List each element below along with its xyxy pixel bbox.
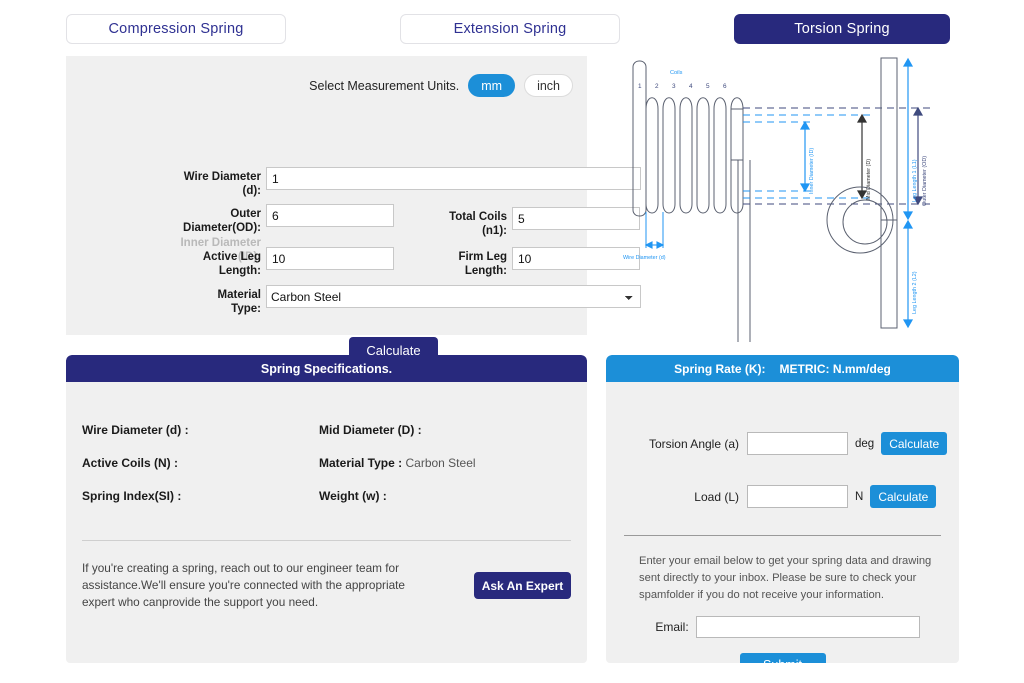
load-input[interactable] (747, 485, 848, 508)
tab-torsion-spring-label: Torsion Spring (794, 21, 890, 37)
tab-compression-spring-label: Compression Spring (108, 21, 244, 37)
spring-type-tabs: Compression Spring Extension Spring Tors… (0, 14, 1024, 46)
active-leg-length-label: Active Leg Length: (202, 251, 261, 278)
torsion-spring-drawing: Inner Diameter (ID) Mid Diameter (D) Out… (623, 57, 930, 342)
spec-active-coils-label: Active Coils (N) : (82, 456, 179, 470)
load-unit: N (855, 490, 864, 503)
ask-expert-section: If you're creating a spring, reach out t… (66, 541, 587, 611)
spec-spring-index-label: Spring Index(SI) : (82, 489, 182, 503)
diagram-leg-length-1-label: Leg Length 1 (L1) (912, 159, 918, 202)
spring-specifications-panel: Spring Specifications. Wire Diameter (d)… (66, 355, 587, 663)
material-type-select[interactable]: Carbon Steel (266, 285, 641, 308)
spec-material-type: Material Type : Carbon Steel (319, 456, 476, 470)
submit-button[interactable]: Submit (739, 653, 826, 663)
load-label: Load (L) (694, 489, 739, 504)
diagram-coil-number-4: 4 (689, 83, 693, 90)
spec-material-type-label: Material Type : (319, 456, 403, 470)
diagram-coil-number-2: 2 (655, 83, 659, 90)
wire-diameter-row: Wire Diameter (d): (170, 167, 641, 199)
outer-diameter-input[interactable] (266, 204, 394, 227)
unit-toggle-inch[interactable]: inch (524, 74, 573, 97)
load-calculate-button[interactable]: Calculate (870, 485, 937, 508)
spring-input-form: Select Measurement Units. mm inch Wire D… (66, 56, 641, 364)
spec-material-type-value: Carbon Steel (405, 456, 476, 470)
measurement-units-label: Select Measurement Units. (309, 78, 460, 93)
ask-expert-text: If you're creating a spring, reach out t… (82, 561, 405, 610)
tab-torsion-spring[interactable]: Torsion Spring (734, 14, 950, 44)
spring-rate-body: Torsion Angle (a) deg Calculate Load (L)… (606, 382, 959, 535)
spring-calculator-page: Compression Spring Extension Spring Tors… (0, 0, 1024, 683)
wire-diameter-input[interactable] (266, 167, 641, 190)
spring-rate-header: Spring Rate (K): METRIC: N.mm/deg (606, 355, 959, 382)
diagram-coils-label: Coils (670, 70, 683, 76)
diagram-outer-diameter-label: Outer Diameter (OD) (922, 156, 928, 206)
tab-compression-spring[interactable]: Compression Spring (66, 14, 286, 44)
torsion-angle-input[interactable] (747, 432, 848, 455)
spring-rate-title: Spring Rate (K): (674, 361, 766, 376)
torsion-spring-diagram: Inner Diameter (ID) Mid Diameter (D) Out… (600, 52, 1010, 342)
wire-diameter-label: Wire Diameter (d): (183, 171, 261, 198)
total-coils-label: Total Coils (n1): (449, 211, 507, 238)
diagram-leg-length-2-label: Leg Length 2 (L2) (912, 271, 918, 314)
measurement-units-row: Select Measurement Units. mm inch (66, 74, 587, 97)
diagram-coil-number-5: 5 (706, 83, 710, 90)
diagram-wire-diameter-label: Wire Diameter (d) (623, 255, 666, 261)
ask-an-expert-button[interactable]: Ask An Expert (474, 572, 571, 599)
spec-weight-label: Weight (w) : (319, 489, 387, 503)
material-type-row: Material Type: Carbon Steel (190, 285, 641, 317)
spring-specifications-title: Spring Specifications. (66, 355, 587, 382)
spec-weight: Weight (w) : (319, 489, 387, 503)
torsion-angle-row: Torsion Angle (a) deg Calculate (635, 432, 948, 455)
email-row: Email: (606, 616, 959, 639)
diagram-coil-number-3: 3 (672, 83, 676, 90)
diagram-coil-number-6: 6 (723, 83, 727, 90)
firm-leg-length-label: Firm Leg Length: (458, 251, 507, 278)
spec-spring-index: Spring Index(SI) : (82, 489, 181, 503)
tab-extension-spring[interactable]: Extension Spring (400, 14, 620, 44)
diagram-mid-diameter-label: Mid Diameter (D) (866, 159, 872, 200)
spec-mid-diameter: Mid Diameter (D) : (319, 423, 422, 437)
diagram-coil-number-1: 1 (638, 83, 642, 90)
spec-wire-diameter-label: Wire Diameter (d) : (82, 423, 189, 437)
spec-wire-diameter: Wire Diameter (d) : (82, 423, 189, 437)
torsion-angle-unit: deg (855, 437, 875, 450)
active-leg-length-row: Active Leg Length: (168, 247, 394, 279)
spec-active-coils: Active Coils (N) : (82, 456, 178, 470)
spring-rate-panel: Spring Rate (K): METRIC: N.mm/deg Torsio… (606, 355, 959, 663)
email-input[interactable] (695, 616, 920, 639)
email-info-text: Enter your email below to get your sprin… (639, 555, 932, 601)
tab-extension-spring-label: Extension Spring (453, 21, 567, 37)
material-type-label: Material Type: (217, 289, 261, 316)
torsion-angle-calculate-button[interactable]: Calculate (881, 432, 948, 455)
torsion-angle-label: Torsion Angle (a) (648, 436, 739, 451)
diagram-inner-diameter-label: Inner Diameter (ID) (809, 148, 815, 194)
active-leg-length-input[interactable] (266, 247, 394, 270)
unit-toggle-mm[interactable]: mm (468, 74, 516, 97)
email-label: Email: (655, 620, 689, 635)
outer-diameter-label-text: Outer Diameter(OD): (183, 208, 261, 235)
spring-rate-units: METRIC: N.mm/deg (779, 361, 891, 376)
spring-specifications-grid: Wire Diameter (d) : Mid Diameter (D) : A… (66, 382, 587, 540)
spec-mid-diameter-label: Mid Diameter (D) : (319, 423, 422, 437)
load-row: Load (L) N Calculate (635, 485, 937, 508)
